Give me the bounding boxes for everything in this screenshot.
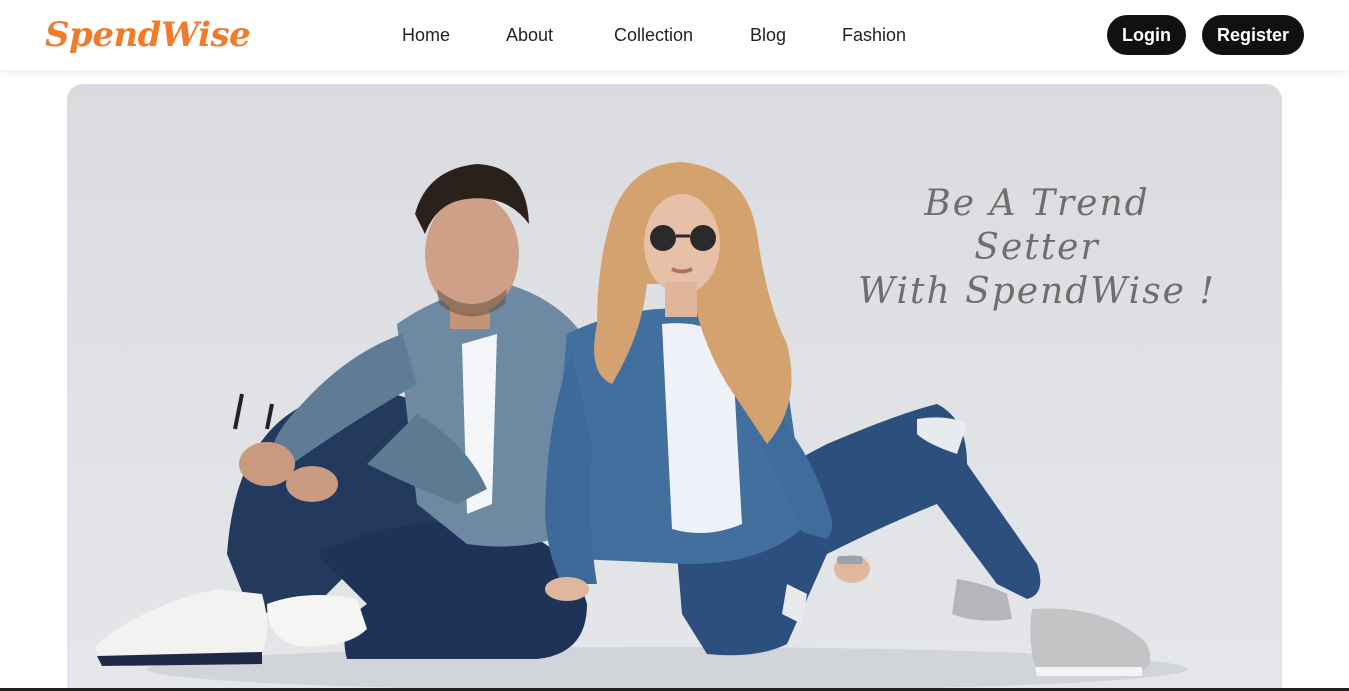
fashion-models-photo xyxy=(95,162,1187,691)
nav-link-home[interactable]: Home xyxy=(402,24,450,46)
nav-link-collection[interactable]: Collection xyxy=(614,24,693,46)
nav-link-fashion[interactable]: Fashion xyxy=(842,24,906,46)
top-navbar: SpendWise Home About Collection Blog Fas… xyxy=(0,0,1349,70)
tagline-line-1: Be A Trend Setter xyxy=(924,183,1150,268)
hero-banner: Be A Trend Setter With SpendWise ! xyxy=(67,84,1282,691)
nav-link-blog[interactable]: Blog xyxy=(750,24,786,46)
brand-logo[interactable]: SpendWise xyxy=(45,12,251,58)
tagline-line-2: With SpendWise ! xyxy=(858,271,1216,312)
login-button[interactable]: Login xyxy=(1107,15,1186,55)
nav-link-about[interactable]: About xyxy=(506,24,553,46)
register-button[interactable]: Register xyxy=(1202,15,1304,55)
hero-tagline: Be A Trend Setter With SpendWise ! xyxy=(857,182,1217,314)
